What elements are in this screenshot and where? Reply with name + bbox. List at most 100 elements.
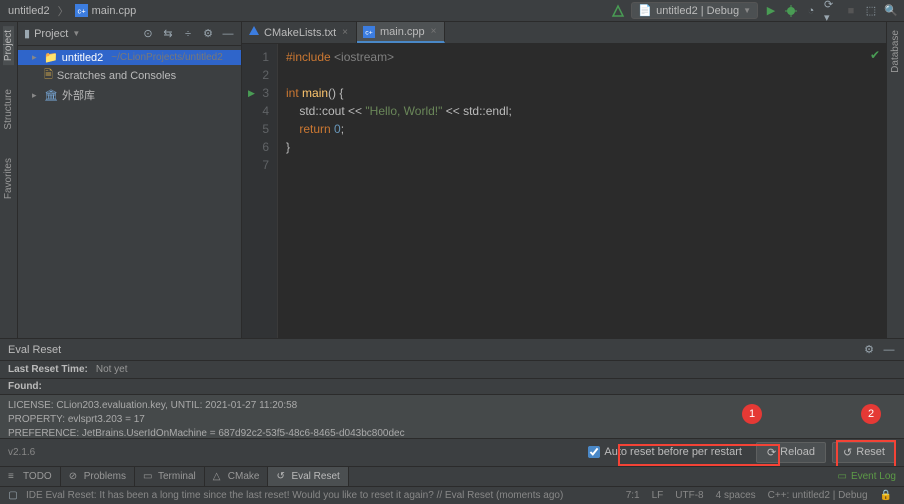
auto-reset-checkbox[interactable]: Auto reset before per restart [588, 446, 742, 458]
inspection-ok-icon[interactable]: ✔ [870, 48, 880, 62]
tab-problems[interactable]: ⊘Problems [61, 467, 135, 486]
tab-terminal[interactable]: ▭Terminal [135, 467, 205, 486]
lock-icon[interactable]: 🔒 [874, 490, 898, 501]
indent-info[interactable]: 4 spaces [710, 490, 762, 501]
hide-icon[interactable]: — [882, 343, 896, 357]
event-log-icon: ▭ [838, 471, 847, 482]
problems-icon: ⊘ [69, 471, 80, 482]
reload-icon: ⟳ [767, 446, 776, 459]
rail-tab-favorites[interactable]: Favorites [3, 154, 14, 203]
editor-gutter[interactable]: 1234567 [242, 44, 278, 338]
tree-root-name: untitled2 [62, 52, 104, 64]
last-reset-label: Last Reset Time: [8, 364, 88, 375]
right-tool-rail: Database [886, 22, 904, 338]
tab-todo[interactable]: ≡TODO [0, 467, 61, 486]
svg-text:c+: c+ [366, 29, 373, 36]
chevron-down-icon[interactable]: ▼ [72, 29, 80, 38]
run-config-selector[interactable]: 📄 untitled2 | Debug ▼ [631, 2, 758, 19]
eval-last-reset-row: Last Reset Time: Not yet [0, 361, 904, 379]
gear-icon[interactable]: ⚙ [862, 343, 876, 357]
editor-area: CMakeLists.txt × c+ main.cpp × 1234567 #… [242, 22, 886, 338]
project-tool-window: ▮ Project ▼ ⊙ ⇆ ÷ ⚙ — ▸ 📁 untitled2 ~/CL… [18, 22, 242, 338]
found-list[interactable]: LICENSE: CLion203.evaluation.key, UNTIL:… [0, 395, 904, 439]
todo-icon: ≡ [8, 471, 19, 482]
eval-panel-title: Eval Reset [8, 344, 61, 356]
file-encoding[interactable]: UTF-8 [669, 490, 709, 501]
status-message[interactable]: IDE Eval Reset: It has been a long time … [20, 490, 569, 501]
found-license: LICENSE: CLion203.evaluation.key, UNTIL:… [8, 399, 896, 413]
project-panel-header: ▮ Project ▼ ⊙ ⇆ ÷ ⚙ — [18, 22, 241, 46]
tree-node-scratches[interactable]: 🗎 Scratches and Consoles [18, 65, 241, 86]
debug-icon[interactable] [784, 4, 798, 18]
code-content[interactable]: #include <iostream> int main() { std::co… [278, 44, 886, 338]
reload-label: Reload [780, 446, 815, 458]
collapse-icon[interactable]: ÷ [181, 27, 195, 41]
gear-icon[interactable]: ⚙ [201, 27, 215, 41]
editor-tabs: CMakeLists.txt × c+ main.cpp × [242, 22, 886, 44]
caret-position[interactable]: 7:1 [620, 490, 646, 501]
reset-icon: ↺ [843, 446, 852, 459]
project-panel-title[interactable]: Project [34, 28, 68, 40]
breadcrumb-separator: 〉 [54, 3, 73, 19]
tab-cmake[interactable]: △CMake [205, 467, 269, 486]
cpp-file-icon: c+ [75, 4, 88, 17]
eval-panel-header: Eval Reset ⚙ — [0, 339, 904, 361]
tab-label: main.cpp [380, 26, 425, 38]
found-preference: PREFERENCE: JetBrains.UserIdOnMachine = … [8, 427, 896, 439]
close-icon[interactable]: × [429, 26, 439, 37]
close-icon[interactable]: × [340, 27, 350, 38]
expand-all-icon[interactable]: ⇆ [161, 27, 175, 41]
reload-button[interactable]: ⟳ Reload [756, 442, 826, 463]
hide-icon[interactable]: — [221, 27, 235, 41]
attach-icon[interactable]: ⟳ ▾ [824, 4, 838, 18]
chevron-right-icon[interactable]: ▸ [32, 52, 40, 63]
svg-text:c+: c+ [77, 6, 85, 15]
event-log-link[interactable]: ▭Event Log [830, 471, 904, 482]
build-icon[interactable] [611, 4, 625, 18]
run-config-label: untitled2 | Debug [656, 5, 739, 17]
tool-window-toggle-icon[interactable]: ▢ [6, 489, 20, 503]
run-icon[interactable]: ▶ [764, 4, 778, 18]
last-reset-value: Not yet [96, 364, 128, 375]
annotation-badge-2: 2 [861, 404, 881, 424]
auto-reset-input[interactable] [588, 446, 600, 458]
chevron-down-icon: ▼ [743, 6, 751, 15]
rail-tab-structure[interactable]: Structure [3, 85, 14, 134]
status-bar: ▢ IDE Eval Reset: It has been a long tim… [0, 486, 904, 504]
update-icon[interactable]: ⬚ [864, 4, 878, 18]
tree-scratches-label: Scratches and Consoles [57, 70, 176, 82]
rail-tab-database[interactable]: Database [890, 26, 901, 77]
project-tree: ▸ 📁 untitled2 ~/CLionProjects/untitled2 … [18, 46, 241, 108]
editor-tab-main[interactable]: c+ main.cpp × [357, 22, 445, 43]
select-opened-file-icon[interactable]: ⊙ [141, 27, 155, 41]
reset-label: Reset [856, 446, 885, 458]
tree-node-extlibs[interactable]: ▸ 🏛 外部库 [18, 86, 241, 104]
tab-label: CMakeLists.txt [264, 27, 336, 39]
search-everywhere-icon[interactable]: 🔍 [884, 4, 898, 18]
found-label: Found: [0, 379, 904, 395]
tab-eval-reset[interactable]: ↺Eval Reset [268, 467, 348, 486]
folder-icon: 📁 [44, 51, 58, 64]
context-info[interactable]: C++: untitled2 | Debug [762, 490, 874, 501]
annotation-badge-1: 1 [742, 404, 762, 424]
code-editor[interactable]: 1234567 #include <iostream> int main() {… [242, 44, 886, 338]
breadcrumb-file[interactable]: main.cpp [90, 5, 139, 17]
profile-icon[interactable]: ◔ [804, 4, 818, 18]
stop-icon[interactable]: ■ [844, 4, 858, 18]
navigation-bar: untitled2 〉 c+ main.cpp 📄 untitled2 | De… [0, 0, 904, 22]
eval-reset-icon: ↺ [276, 471, 287, 482]
editor-tab-cmakelists[interactable]: CMakeLists.txt × [242, 22, 357, 43]
cpp-file-icon: c+ [363, 25, 376, 38]
tree-node-root[interactable]: ▸ 📁 untitled2 ~/CLionProjects/untitled2 [18, 50, 241, 65]
left-tool-rail: Project Structure Favorites [0, 22, 18, 338]
library-icon: 🏛 [44, 89, 58, 102]
toolbar-right: 📄 untitled2 | Debug ▼ ▶ ◔ ⟳ ▾ ■ ⬚ 🔍 [611, 2, 898, 19]
breadcrumb-project[interactable]: untitled2 [6, 5, 52, 17]
line-ending[interactable]: LF [646, 490, 670, 501]
cmake-icon: △ [213, 471, 224, 482]
cmake-file-icon [248, 25, 260, 40]
chevron-right-icon[interactable]: ▸ [32, 90, 40, 101]
eval-bottom-bar: v2.1.6 Auto reset before per restart ⟳ R… [0, 439, 904, 465]
rail-tab-project[interactable]: Project [3, 26, 14, 65]
reset-button[interactable]: ↺ Reset [832, 442, 896, 463]
